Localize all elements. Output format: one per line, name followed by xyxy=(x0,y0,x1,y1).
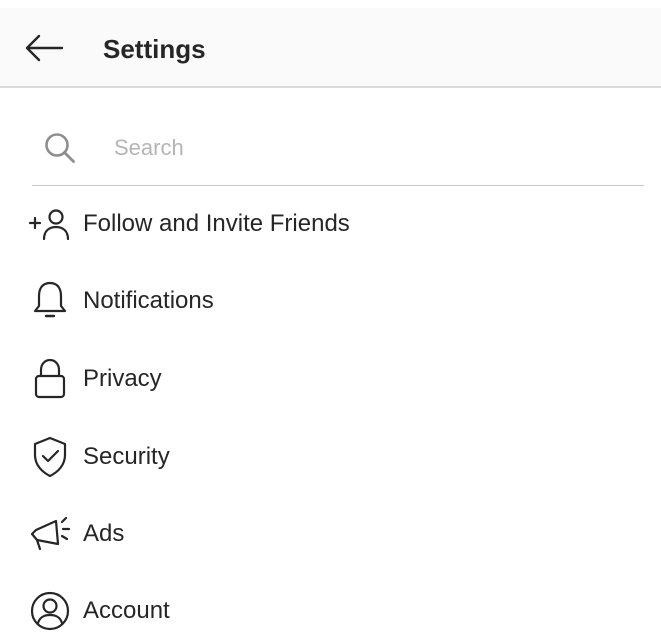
add-person-icon xyxy=(28,202,72,246)
top-bar: Settings xyxy=(0,8,661,88)
menu-item-label: Privacy xyxy=(83,365,162,392)
page-title: Settings xyxy=(103,34,206,64)
lock-icon xyxy=(28,357,72,401)
menu-item-label: Notifications xyxy=(83,287,214,314)
menu-item-privacy[interactable]: Privacy xyxy=(0,349,661,409)
search-icon xyxy=(45,133,75,163)
search-input[interactable] xyxy=(114,132,614,164)
menu-item-security[interactable]: Security xyxy=(0,427,661,487)
search-bar[interactable] xyxy=(32,120,644,186)
menu-item-follow-invite[interactable]: Follow and Invite Friends xyxy=(0,194,661,254)
menu-item-label: Security xyxy=(83,443,170,470)
menu-item-account[interactable]: Account xyxy=(0,581,661,641)
menu-item-notifications[interactable]: Notifications xyxy=(0,271,661,331)
menu-item-label: Follow and Invite Friends xyxy=(83,210,350,237)
menu-item-label: Ads xyxy=(83,520,125,547)
menu-item-label: Account xyxy=(83,597,170,624)
bell-icon xyxy=(28,279,72,323)
back-button[interactable] xyxy=(24,30,64,66)
back-arrow-icon xyxy=(25,34,64,62)
account-circle-icon xyxy=(28,589,72,633)
megaphone-icon xyxy=(28,512,72,556)
shield-check-icon xyxy=(28,435,72,479)
menu-item-ads[interactable]: Ads xyxy=(0,504,661,564)
